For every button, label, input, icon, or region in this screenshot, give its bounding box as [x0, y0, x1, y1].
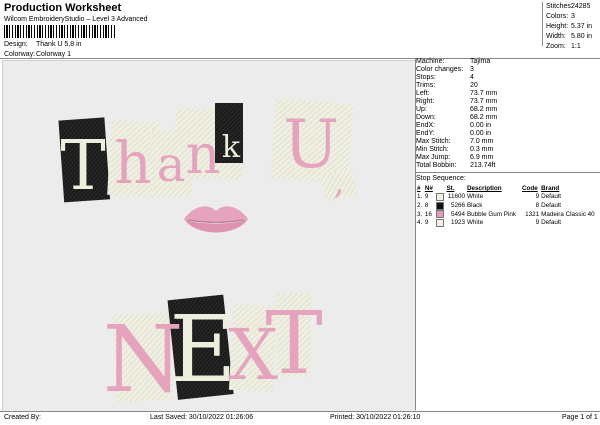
info-row: Color changes: 3	[416, 66, 474, 73]
design-value: Thank U 5,8 in	[36, 41, 82, 48]
color-swatch	[435, 201, 444, 210]
stop-sequence-title: Stop Sequence:	[416, 175, 466, 182]
info-row: Min Stitch: 0.3 mm	[416, 146, 494, 153]
letter-T: T	[265, 294, 322, 394]
app-subtitle: Wilcom EmbroideryStudio – Level 3 Advanc…	[4, 16, 148, 23]
color-swatch	[435, 193, 444, 201]
printed-date: Printed: 30/10/2022 01:26:10	[330, 414, 421, 421]
info-row: Machine: Tajima	[416, 58, 491, 65]
stop-sequence-table: # N# St. Description Code Brand 1. 9 11600…	[416, 185, 600, 228]
last-saved: Last Saved: 30/10/2022 01:26:06	[150, 414, 254, 421]
design-meta: Design: Thank U 5,8 in Colorway:Colorway …	[4, 40, 82, 60]
letter-k: k	[222, 130, 241, 165]
colorway-value: Colorway 1	[36, 51, 72, 58]
lips	[184, 206, 248, 233]
letter-a: a	[157, 137, 186, 193]
footer: Created By: Last Saved: 30/10/2022 01:26…	[0, 411, 600, 425]
info-row: EndX: 0.00 in	[416, 122, 492, 129]
info-row: Down: 68.2 mm	[416, 114, 498, 121]
info-row: Max Jump: 6.9 mm	[416, 154, 494, 161]
table-row: 4. 9 1923 White 9 Default	[417, 219, 562, 228]
design-label: Design:	[4, 41, 28, 48]
table-row: 2. 8 5266 Black 8 Default	[417, 201, 562, 210]
created-by: Created By:	[4, 414, 41, 421]
comma: ,	[334, 162, 345, 202]
embroidery-design: T h a n k U , N E X T	[58, 98, 358, 411]
color-swatch	[435, 219, 444, 228]
table-row: 3. 16 5494 Bubble Gum Pink 1321 Madeira Class…	[417, 210, 595, 219]
letter-n: n	[186, 123, 221, 186]
info-row: Left: 73.7 mm	[416, 90, 498, 97]
letter-U: U	[283, 106, 339, 183]
machine-info-panel: Machine: Tajima Color changes: 3 Stops: 4 Trim…	[416, 58, 600, 228]
stat-row: Height: 5.37 in	[546, 23, 593, 30]
stat-row: Stitches:24285	[546, 3, 591, 10]
stat-row: Width: 5.80 in	[546, 33, 593, 40]
stats-panel: Stitches:24285 Colors: 3 Height: 5.37 in W…	[542, 2, 600, 50]
info-row: EndY: 0.00 in	[416, 130, 492, 137]
letter-h: h	[114, 129, 151, 197]
letter-T: T	[60, 127, 105, 206]
info-row: Stops: 4	[416, 74, 474, 81]
table-row: 1. 9 11600 White 9 Default	[417, 193, 562, 201]
barcode	[4, 25, 116, 38]
design-preview[interactable]: T h a n k U , N E X T	[2, 60, 416, 412]
info-row: Trims: 20	[416, 82, 478, 89]
panel-divider	[415, 59, 416, 410]
info-row: Total Bobbin: 213.74ft	[416, 162, 496, 169]
worksheet-title: Production Worksheet	[4, 2, 122, 14]
info-row: Up: 68.2 mm	[416, 106, 498, 113]
page-number: Page 1 of 1	[562, 414, 598, 421]
stat-row: Colors: 3	[546, 13, 575, 20]
letter-E: E	[169, 296, 236, 403]
stat-row: Zoom: 1:1	[546, 43, 581, 50]
info-row: Max Stitch: 7.0 mm	[416, 138, 494, 145]
color-swatch	[435, 210, 444, 219]
info-row: Right: 73.7 mm	[416, 98, 498, 105]
